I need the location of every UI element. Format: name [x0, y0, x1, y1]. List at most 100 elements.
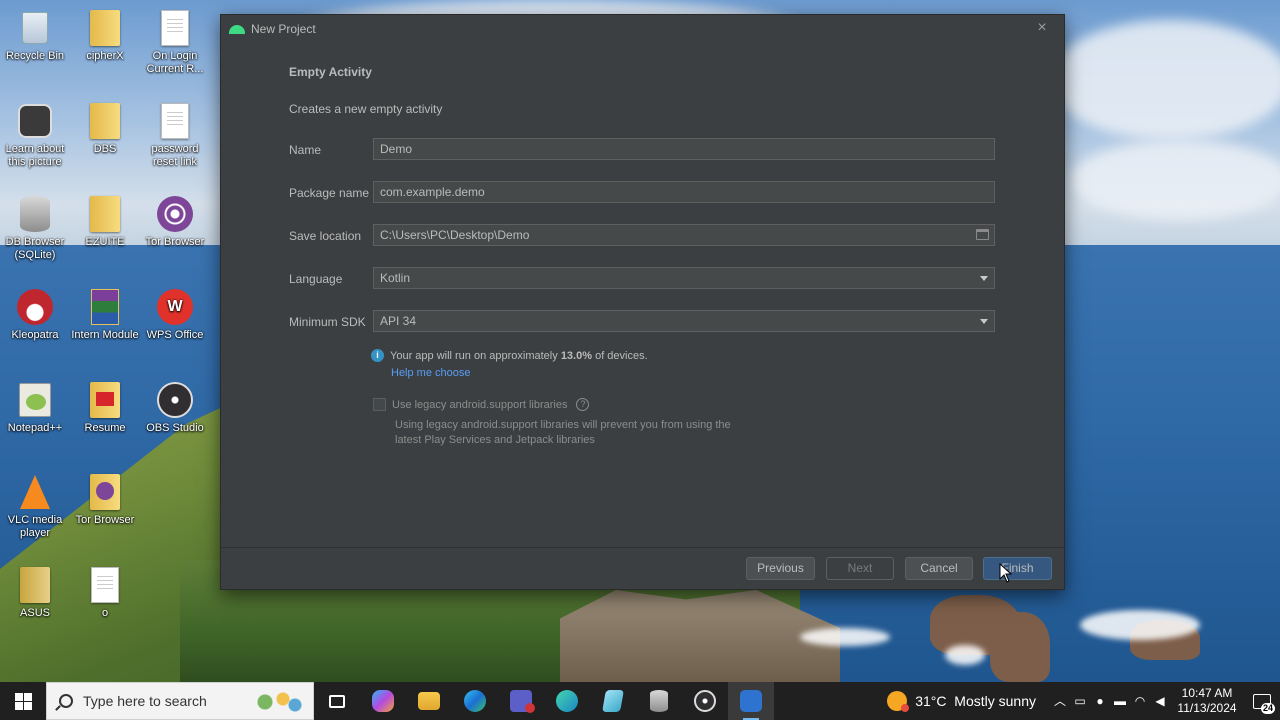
desktop-icon-asus[interactable]: ASUS [0, 565, 70, 620]
question-help-icon[interactable]: ? [576, 398, 590, 411]
teams-badge-icon [525, 703, 535, 713]
task-view-button[interactable] [314, 682, 360, 720]
save-location-field[interactable]: C:\Users\PC\Desktop\Demo [373, 224, 995, 246]
tor-browser-icon [155, 194, 195, 234]
wps-office-icon: W [155, 287, 195, 327]
coverage-suffix: of devices. [595, 349, 648, 362]
desktop-icon-notepad-plus[interactable]: Notepad++ [0, 380, 70, 435]
wifi-icon[interactable]: ◠ [1130, 682, 1150, 720]
legacy-libraries-checkbox[interactable] [373, 398, 386, 411]
obs-studio-icon [155, 380, 195, 420]
desktop-icon-password-reset[interactable]: password reset link [140, 101, 210, 169]
chevron-up-icon[interactable]: ︿ [1050, 682, 1070, 720]
close-button[interactable]: × [1034, 20, 1050, 36]
taskbar-edge-dev[interactable] [544, 682, 590, 720]
new-project-dialog: New Project × Empty Activity Creates a n… [220, 14, 1065, 590]
taskbar-db-browser[interactable] [636, 682, 682, 720]
meet-now-icon[interactable]: ▭ [1070, 682, 1090, 720]
next-button[interactable]: Next [826, 557, 894, 580]
name-field[interactable]: Demo [373, 138, 995, 160]
search-highlight-icon [247, 687, 307, 717]
info-icon: i [371, 349, 384, 362]
folder-icon [85, 101, 125, 141]
previous-button[interactable]: Previous [746, 557, 815, 580]
microphone-icon[interactable]: ● [1090, 682, 1110, 720]
template-heading: Empty Activity [289, 65, 372, 79]
document-icon [85, 565, 125, 605]
coverage-percent: 13.0% [560, 349, 593, 362]
desktop-icon-dbs[interactable]: DBS [70, 101, 140, 156]
search-placeholder: Type here to search [83, 693, 207, 709]
taskbar-notes-app[interactable] [590, 682, 636, 720]
sun-icon [887, 691, 910, 712]
desktop-icon-o[interactable]: o [70, 565, 140, 620]
clock[interactable]: 10:47 AM 11/13/2024 [1170, 686, 1244, 716]
kleopatra-icon [15, 287, 55, 327]
desktop-icon-cipherx[interactable]: cipherX [70, 8, 140, 63]
windows-logo-icon [14, 692, 32, 710]
database-icon [15, 194, 55, 234]
desktop-icon-tor-browser-folder[interactable]: Tor Browser [70, 472, 140, 527]
language-label: Language [289, 272, 343, 286]
start-button[interactable] [0, 682, 46, 720]
volume-icon[interactable]: ◀ [1150, 682, 1170, 720]
notification-center-button[interactable]: 24 [1244, 682, 1280, 720]
coverage-prefix: Your app will run on approximately [390, 349, 558, 362]
desktop-icon-wps-office[interactable]: W WPS Office [140, 287, 210, 342]
help-me-choose-link[interactable]: Help me choose [391, 367, 471, 379]
taskbar-edge[interactable] [452, 682, 498, 720]
taskbar-obs[interactable] [682, 682, 728, 720]
folder-icon [85, 194, 125, 234]
dialog-titlebar[interactable]: New Project × [221, 15, 1064, 43]
taskbar: Type here to search 31°C Mostly sunny ︿ … [0, 682, 1280, 720]
legacy-libraries-note: Using legacy android.support libraries w… [395, 419, 731, 446]
browse-folder-icon[interactable] [976, 229, 989, 240]
desktop-icon-ezuite[interactable]: EZUITE [70, 194, 140, 249]
desktop-icon-intern-module[interactable]: Intern Module [70, 287, 140, 342]
desktop-icon-learn-about-picture[interactable]: Learn about this picture [0, 101, 70, 169]
minimum-sdk-dropdown[interactable]: API 34 [373, 310, 995, 332]
notepad-plus-icon [15, 380, 55, 420]
mouse-cursor-icon [999, 563, 1013, 583]
file-explorer-icon [418, 692, 440, 710]
desktop-icon-db-browser[interactable]: DB Browser (SQLite) [0, 194, 70, 262]
save-location-value: C:\Users\PC\Desktop\Demo [380, 228, 530, 242]
sdk-coverage-info: i Your app will run on approximately 13.… [371, 349, 648, 362]
weather-temp: 31°C [915, 693, 947, 709]
winrar-icon [85, 287, 125, 327]
taskbar-search-box[interactable]: Type here to search [46, 682, 314, 720]
taskbar-copilot[interactable] [360, 682, 406, 720]
clock-date: 11/13/2024 [1177, 701, 1237, 715]
desktop-icon-obs-studio[interactable]: OBS Studio [140, 380, 210, 435]
android-studio-icon [740, 690, 762, 712]
language-dropdown[interactable]: Kotlin [373, 267, 995, 289]
desktop-icon-vlc[interactable]: VLC media player [0, 472, 70, 540]
name-label: Name [289, 143, 322, 157]
taskbar-file-explorer[interactable] [406, 682, 452, 720]
android-icon [229, 24, 245, 34]
desktop-icon-kleopatra[interactable]: Kleopatra [0, 287, 70, 342]
taskbar-teams[interactable] [498, 682, 544, 720]
system-tray: 31°C Mostly sunny ︿ ▭ ● ▬ ◠ ◀ 10:47 AM 1… [887, 682, 1280, 720]
weather-widget[interactable]: 31°C Mostly sunny [887, 691, 1036, 712]
vlc-cone-icon [15, 472, 55, 512]
cancel-button[interactable]: Cancel [905, 557, 973, 580]
desktop-icon-on-login[interactable]: On Login Current R... [140, 8, 210, 76]
folder-icon [85, 8, 125, 48]
document-icon [155, 8, 195, 48]
copilot-icon [372, 690, 394, 712]
finish-button[interactable]: Finish [983, 557, 1052, 580]
desktop-icon-resume[interactable]: Resume [70, 380, 140, 435]
weather-desc: Mostly sunny [954, 693, 1036, 709]
battery-icon[interactable]: ▬ [1110, 682, 1130, 720]
notification-count: 24 [1260, 703, 1275, 714]
taskbar-android-studio[interactable] [728, 682, 774, 720]
dialog-title: New Project [251, 22, 316, 36]
recycle-bin-icon [15, 8, 55, 48]
template-description: Creates a new empty activity [289, 102, 443, 116]
legacy-libraries-label: Use legacy android.support libraries [392, 398, 568, 411]
desktop-icon-tor-browser[interactable]: Tor Browser [140, 194, 210, 249]
desktop-icon-recycle-bin[interactable]: Recycle Bin [0, 8, 70, 63]
package-name-field[interactable]: com.example.demo [373, 181, 995, 203]
edge-icon [464, 690, 486, 712]
